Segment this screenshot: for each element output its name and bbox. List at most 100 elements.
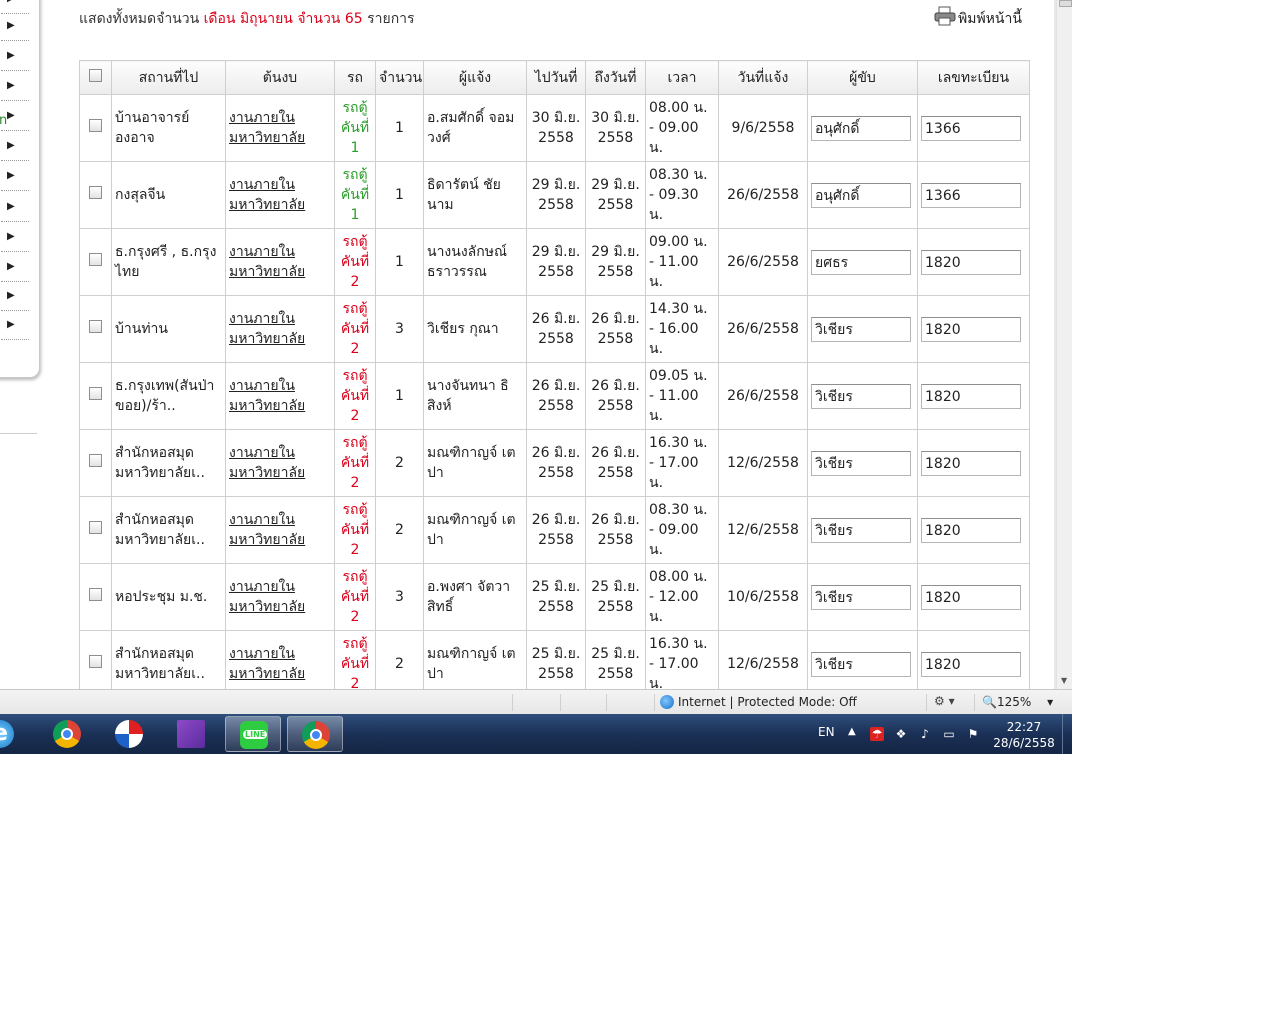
sidebar-expand-arrow-icon[interactable]: ▶: [7, 141, 15, 151]
col-header-dept[interactable]: ต้นงบ: [225, 60, 335, 95]
row-checkbox[interactable]: [89, 387, 102, 400]
col-header-qty[interactable]: จำนวน: [375, 60, 424, 95]
taskbar-line[interactable]: [225, 716, 281, 752]
row-checkbox[interactable]: [89, 521, 102, 534]
col-header-go-date[interactable]: ไปวันที่: [526, 60, 586, 95]
security-zone[interactable]: Internet | Protected Mode: Off: [660, 695, 857, 709]
taskbar-chrome-active[interactable]: [287, 716, 343, 752]
dept-link[interactable]: งานภายใน มหาวิทยาลัย: [225, 563, 335, 631]
plate-input[interactable]: 1820: [921, 249, 1021, 275]
vertical-scrollbar[interactable]: ▼: [1056, 0, 1072, 689]
col-header-place[interactable]: สถานที่ไป: [111, 60, 226, 95]
dept-link[interactable]: งานภายใน มหาวิทยาลัย: [225, 630, 335, 689]
row-checkbox-cell[interactable]: [79, 362, 112, 430]
plate-input[interactable]: 1820: [921, 316, 1021, 342]
row-checkbox-cell[interactable]: [79, 94, 112, 162]
taskbar-chrome[interactable]: [39, 716, 95, 752]
row-checkbox[interactable]: [89, 655, 102, 668]
row-checkbox[interactable]: [89, 186, 102, 199]
sidebar-expand-arrow-icon[interactable]: ▶: [7, 21, 15, 31]
dept-link[interactable]: งานภายใน มหาวิทยาลัย: [225, 161, 335, 229]
scrollbar-thumb[interactable]: [1059, 0, 1072, 7]
taskbar-swirl-app[interactable]: [101, 716, 157, 752]
row-checkbox[interactable]: [89, 253, 102, 266]
plate-input[interactable]: 1820: [921, 517, 1021, 543]
col-header-requester[interactable]: ผู้แจ้ง: [423, 60, 527, 95]
plate-input[interactable]: 1366: [921, 182, 1021, 208]
driver-input[interactable]: วิเชียร: [811, 450, 911, 476]
driver-input[interactable]: อนุศักดิ์: [811, 115, 911, 141]
zoom-chevron-down-icon[interactable]: ▾: [1047, 695, 1053, 709]
sidebar-expand-arrow-icon[interactable]: ▶: [7, 0, 15, 4]
car-cell: รถตู้ คันที่ 2: [334, 630, 376, 689]
zoom-control[interactable]: 🔍125% ▾: [982, 695, 1053, 709]
dropbox-tray-icon[interactable]: ❖: [894, 727, 908, 741]
col-header-to-date[interactable]: ถึงวันที่: [585, 60, 646, 95]
col-header-driver[interactable]: ผู้ขับ: [807, 60, 918, 95]
driver-input[interactable]: วิเชียร: [811, 517, 911, 543]
row-checkbox[interactable]: [89, 588, 102, 601]
row-checkbox-cell[interactable]: [79, 429, 112, 497]
sidebar-expand-arrow-icon[interactable]: ▶: [7, 111, 15, 121]
antivirus-tray-icon[interactable]: ☂: [870, 727, 884, 741]
driver-input[interactable]: วิเชียร: [811, 651, 911, 677]
accelerator-dropdown[interactable]: ⚙ ▾: [934, 694, 955, 708]
taskbar-visual-studio[interactable]: [163, 716, 219, 752]
reported-date-cell: 12/6/2558: [718, 496, 808, 564]
volume-icon[interactable]: ♪: [918, 727, 932, 741]
driver-input[interactable]: ยศธร: [811, 249, 911, 275]
row-checkbox[interactable]: [89, 320, 102, 333]
sidebar-expand-arrow-icon[interactable]: ▶: [7, 171, 15, 181]
reported-date-cell: 26/6/2558: [718, 295, 808, 363]
show-hidden-icons-chevron-icon[interactable]: ▲: [848, 726, 856, 737]
network-icon[interactable]: ▭: [942, 727, 956, 741]
dept-link[interactable]: งานภายใน มหาวิทยาลัย: [225, 295, 335, 363]
select-all-checkbox[interactable]: [89, 68, 102, 82]
row-checkbox-cell[interactable]: [79, 563, 112, 631]
reported-date-cell: 12/6/2558: [718, 429, 808, 497]
dept-link[interactable]: งานภายใน มหาวิทยาลัย: [225, 94, 335, 162]
dept-link[interactable]: งานภายใน มหาวิทยาลัย: [225, 496, 335, 564]
print-page-link[interactable]: พิมพ์หน้านี้: [934, 6, 1022, 30]
requester-cell: นางนงลักษณ์ ธราวรรณ: [423, 228, 527, 296]
scroll-down-arrow-icon[interactable]: ▼: [1061, 676, 1067, 685]
language-indicator[interactable]: EN: [818, 725, 835, 739]
col-header-car[interactable]: รถ: [334, 60, 376, 95]
plate-input[interactable]: 1820: [921, 584, 1021, 610]
sidebar-expand-arrow-icon[interactable]: ▶: [7, 232, 15, 242]
driver-input[interactable]: วิเชียร: [811, 316, 911, 342]
row-checkbox-cell[interactable]: [79, 161, 112, 229]
col-header-reported[interactable]: วันที่แจ้ง: [718, 60, 808, 95]
sidebar-expand-arrow-icon[interactable]: ▶: [7, 291, 15, 301]
dept-link[interactable]: งานภายใน มหาวิทยาลัย: [225, 228, 335, 296]
sidebar-expand-arrow-icon[interactable]: ▶: [7, 320, 15, 330]
driver-input[interactable]: วิเชียร: [811, 383, 911, 409]
driver-input[interactable]: อนุศักดิ์: [811, 182, 911, 208]
plate-input[interactable]: 1366: [921, 115, 1021, 141]
select-all-checkbox-cell[interactable]: [79, 60, 112, 95]
system-clock[interactable]: 22:27 28/6/2558: [986, 719, 1062, 751]
col-header-plate[interactable]: เลขทะเบียน: [917, 60, 1030, 95]
row-checkbox-cell[interactable]: [79, 228, 112, 296]
sidebar-expand-arrow-icon[interactable]: ▶: [7, 262, 15, 272]
row-checkbox[interactable]: [89, 119, 102, 132]
sidebar-expand-arrow-icon[interactable]: ▶: [7, 51, 15, 61]
row-checkbox-cell[interactable]: [79, 630, 112, 689]
action-center-flag-icon[interactable]: ⚑: [966, 727, 980, 741]
reported-date-cell: 26/6/2558: [718, 161, 808, 229]
dept-link[interactable]: งานภายใน มหาวิทยาลัย: [225, 429, 335, 497]
sidebar-expand-arrow-icon[interactable]: ▶: [7, 81, 15, 91]
plate-input[interactable]: 1820: [921, 450, 1021, 476]
row-checkbox-cell[interactable]: [79, 496, 112, 564]
row-checkbox-cell[interactable]: [79, 295, 112, 363]
globe-icon: [660, 695, 674, 709]
col-header-time[interactable]: เวลา: [645, 60, 719, 95]
driver-input[interactable]: วิเชียร: [811, 584, 911, 610]
plate-input[interactable]: 1820: [921, 651, 1021, 677]
sidebar-link-fragment[interactable]: n: [0, 113, 7, 128]
sidebar-expand-arrow-icon[interactable]: ▶: [7, 202, 15, 212]
row-checkbox[interactable]: [89, 454, 102, 467]
show-desktop-button[interactable]: [1062, 714, 1073, 754]
dept-link[interactable]: งานภายใน มหาวิทยาลัย: [225, 362, 335, 430]
plate-input[interactable]: 1820: [921, 383, 1021, 409]
